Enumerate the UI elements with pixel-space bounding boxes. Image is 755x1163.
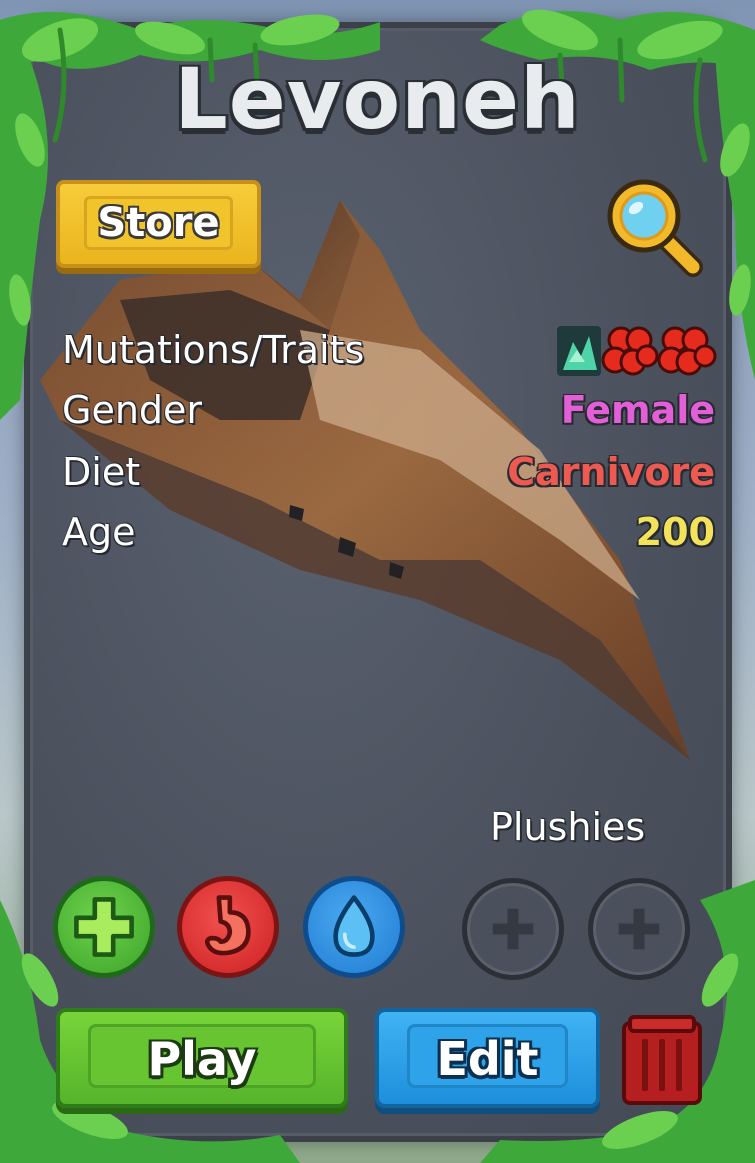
play-button[interactable]: Play (56, 1008, 348, 1108)
gender-label: Gender (62, 388, 203, 432)
plushie-slot-2[interactable] (588, 878, 690, 980)
mutations-label: Mutations/Traits (62, 328, 365, 372)
trash-icon[interactable] (622, 1013, 702, 1105)
diet-label: Diet (62, 450, 141, 494)
traits-icons[interactable] (555, 322, 720, 380)
plus-icon (74, 897, 134, 957)
store-button[interactable]: Store (56, 180, 261, 268)
play-button-label: Play (147, 1032, 257, 1086)
green-crystal-trait-icon (557, 326, 601, 376)
thirst-button[interactable] (303, 876, 405, 978)
edit-button-label: Edit (436, 1032, 539, 1086)
stomach-icon (204, 895, 251, 956)
plushies-label: Plushies (490, 805, 646, 849)
age-value: 200 (635, 510, 715, 554)
store-button-label: Store (97, 200, 220, 246)
red-blob-trait-icon (601, 326, 659, 376)
health-button[interactable] (53, 876, 155, 978)
plushie-slot-1[interactable] (462, 878, 564, 980)
age-label: Age (62, 510, 136, 554)
hunger-button[interactable] (177, 876, 279, 978)
plus-icon (618, 908, 660, 950)
water-drop-icon (333, 895, 375, 957)
diet-value: Carnivore (507, 450, 715, 494)
magnifier-icon[interactable] (598, 170, 708, 280)
gender-value: Female (560, 388, 715, 432)
red-blob-trait-icon (657, 326, 717, 376)
plus-icon (492, 908, 534, 950)
edit-button[interactable]: Edit (375, 1008, 600, 1108)
dino-name-title: Levoneh (174, 50, 581, 148)
